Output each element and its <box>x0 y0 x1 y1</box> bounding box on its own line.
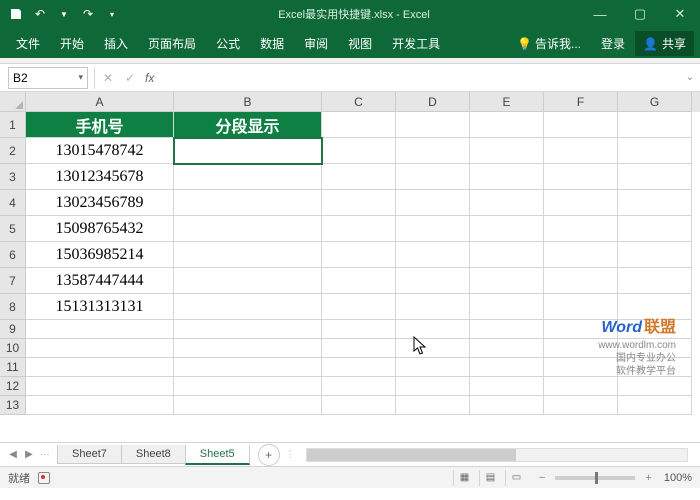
title-text: Excel最实用快捷键.xlsx - Excel <box>278 6 430 22</box>
tab-view[interactable]: 视图 <box>338 29 382 58</box>
window-title: Excel最实用快捷键.xlsx - Excel <box>128 6 580 22</box>
row-header-13[interactable]: 13 <box>0 396 26 415</box>
tab-layout[interactable]: 页面布局 <box>138 29 206 58</box>
formula-bar: B2 ✕ ✓ fx ⌄ <box>0 64 700 92</box>
minimize-button[interactable]: — <box>580 0 620 28</box>
row-header-4[interactable]: 4 <box>0 190 26 216</box>
window-controls: — ▢ ✕ <box>580 0 700 28</box>
row-header-5[interactable]: 5 <box>0 216 26 242</box>
title-bar: ↶ ▼ ↷ ▾ Excel最实用快捷键.xlsx - Excel — ▢ ✕ <box>0 0 700 28</box>
share-button[interactable]: 👤共享 <box>635 31 694 56</box>
row-header-10[interactable]: 10 <box>0 339 26 358</box>
redo-icon[interactable]: ↷ <box>78 4 98 24</box>
col-header-A[interactable]: A <box>26 92 174 112</box>
page-layout-view-icon[interactable]: ▤ <box>479 470 501 486</box>
row-header-8[interactable]: 8 <box>0 294 26 320</box>
tab-formulas[interactable]: 公式 <box>206 29 250 58</box>
row-header-2[interactable]: 2 <box>0 138 26 164</box>
expand-formula-icon[interactable]: ⌄ <box>680 72 700 83</box>
new-sheet-button[interactable]: + <box>258 444 280 466</box>
sheet-tab-sheet8[interactable]: Sheet8 <box>121 445 186 464</box>
status-bar: 就绪 ▦ ▤ ▭ − + 100% <box>0 466 700 488</box>
horizontal-scrollbar[interactable] <box>306 448 688 462</box>
tab-nav-next-icon[interactable]: ▶ <box>22 449 36 460</box>
zoom-slider[interactable] <box>555 476 635 480</box>
lightbulb-icon: 💡 <box>517 37 532 51</box>
cell-A6[interactable]: 15036985214 <box>26 242 174 268</box>
login-button[interactable]: 登录 <box>591 29 635 58</box>
row-header-12[interactable]: 12 <box>0 377 26 396</box>
row-header-3[interactable]: 3 <box>0 164 26 190</box>
normal-view-icon[interactable]: ▦ <box>453 470 475 486</box>
share-icon: 👤 <box>643 37 658 51</box>
cell-A4[interactable]: 13023456789 <box>26 190 174 216</box>
quick-access-toolbar: ↶ ▼ ↷ ▾ <box>0 4 128 24</box>
worksheet[interactable]: A B C D E F G 1 2 3 4 5 6 7 8 9 10 11 12… <box>0 92 700 442</box>
cell-A3[interactable]: 13012345678 <box>26 164 174 190</box>
row-header-7[interactable]: 7 <box>0 268 26 294</box>
col-header-E[interactable]: E <box>470 92 544 112</box>
column-headers: A B C D E F G <box>26 92 700 112</box>
undo-icon[interactable]: ↶ <box>30 4 50 24</box>
select-all-corner[interactable] <box>0 92 26 112</box>
qat-customize-icon[interactable]: ▾ <box>102 4 122 24</box>
status-ready: 就绪 <box>8 470 30 486</box>
tab-file[interactable]: 文件 <box>6 29 50 58</box>
zoom-out-button[interactable]: − <box>539 472 545 484</box>
cell-A7[interactable]: 13587447444 <box>26 268 174 294</box>
scrollbar-thumb[interactable] <box>307 449 516 461</box>
zoom-level[interactable]: 100% <box>664 472 692 484</box>
tab-data[interactable]: 数据 <box>250 29 294 58</box>
close-button[interactable]: ✕ <box>660 0 700 28</box>
col-header-C[interactable]: C <box>322 92 396 112</box>
col-header-G[interactable]: G <box>618 92 692 112</box>
formula-input[interactable] <box>158 67 680 89</box>
cell-A1[interactable]: 手机号 <box>26 112 174 138</box>
qat-dropdown-icon[interactable]: ▼ <box>54 4 74 24</box>
sheet-tab-sheet7[interactable]: Sheet7 <box>57 445 122 464</box>
zoom-in-button[interactable]: + <box>645 472 651 484</box>
cell-A8[interactable]: 15131313131 <box>26 294 174 320</box>
row-header-11[interactable]: 11 <box>0 358 26 377</box>
row-headers: 1 2 3 4 5 6 7 8 9 10 11 12 13 <box>0 112 26 415</box>
cell-C1[interactable] <box>322 112 396 138</box>
macro-record-icon[interactable] <box>38 472 50 484</box>
row-header-1[interactable]: 1 <box>0 112 26 138</box>
tab-nav-prev-icon[interactable]: ◀ <box>6 449 20 460</box>
tab-review[interactable]: 审阅 <box>294 29 338 58</box>
cell-A5[interactable]: 15098765432 <box>26 216 174 242</box>
col-header-F[interactable]: F <box>544 92 618 112</box>
col-header-B[interactable]: B <box>174 92 322 112</box>
name-box[interactable]: B2 <box>8 67 88 89</box>
page-break-view-icon[interactable]: ▭ <box>505 470 527 486</box>
watermark: Word联盟 www.wordlm.com 国内专业办公 软件教学平台 <box>598 318 676 378</box>
tab-insert[interactable]: 插入 <box>94 29 138 58</box>
sheet-tab-bar: ◀ ▶ ⋯ Sheet7 Sheet8 Sheet5 + ⋮ <box>0 442 700 466</box>
tab-home[interactable]: 开始 <box>50 29 94 58</box>
cell-A2[interactable]: 13015478742 <box>26 138 174 164</box>
tab-dev[interactable]: 开发工具 <box>382 29 450 58</box>
row-header-9[interactable]: 9 <box>0 320 26 339</box>
row-header-6[interactable]: 6 <box>0 242 26 268</box>
cell-B1[interactable]: 分段显示 <box>174 112 322 138</box>
maximize-button[interactable]: ▢ <box>620 0 660 28</box>
confirm-icon[interactable]: ✓ <box>119 67 141 89</box>
sheet-tab-sheet5[interactable]: Sheet5 <box>185 445 250 465</box>
tell-me[interactable]: 💡告诉我... <box>507 29 591 58</box>
cell-B2[interactable] <box>174 138 322 164</box>
tab-nav-menu-icon[interactable]: ⋯ <box>38 449 52 460</box>
cell-grid: 手机号 分段显示 13015478742 13012345678 1302345… <box>26 112 700 442</box>
cancel-icon[interactable]: ✕ <box>97 67 119 89</box>
save-icon[interactable] <box>6 4 26 24</box>
col-header-D[interactable]: D <box>396 92 470 112</box>
fx-icon[interactable]: fx <box>141 71 158 85</box>
ribbon-tabs: 文件 开始 插入 页面布局 公式 数据 审阅 视图 开发工具 💡告诉我... 登… <box>0 28 700 58</box>
